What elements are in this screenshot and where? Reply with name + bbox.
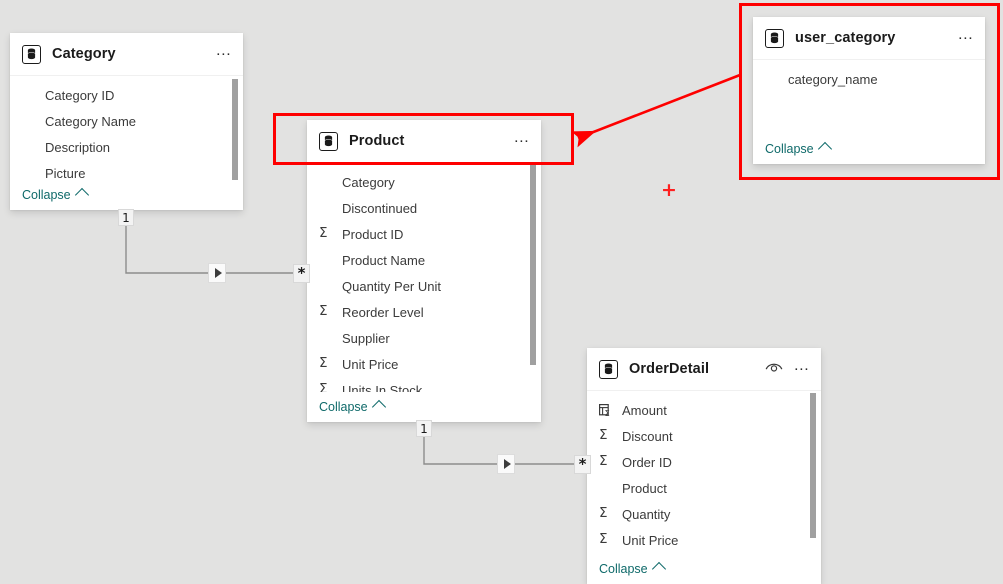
annotation-highlight-user-category [739,3,1000,180]
eye-icon[interactable] [765,360,783,378]
table-menu-icon[interactable]: … [793,358,811,376]
field-label: Order ID [622,454,672,470]
table-header-category[interactable]: Category … [10,33,243,76]
collapse-button-category[interactable]: Collapse [22,187,89,202]
field-row[interactable]: Σ Reorder Level [307,299,541,325]
cardinality-badge-many-orderdetail[interactable]: * [574,455,591,474]
field-label: Units In Stock [342,382,423,393]
field-label: Unit Price [622,532,679,548]
sigma-icon: Σ [319,303,328,320]
field-row[interactable]: Category [307,169,541,195]
field-row[interactable]: Σ Discount [587,423,821,449]
cardinality-badge-one-product[interactable]: 1 [416,420,432,437]
field-row[interactable]: Quantity Per Unit [307,273,541,299]
table-title: Category [52,46,116,62]
plus-cursor-marker: + [661,179,677,201]
field-label: Quantity [622,506,671,522]
table-card-orderdetail[interactable]: OrderDetail … Σ Amount Σ Discount Σ Orde… [587,348,821,584]
field-row[interactable]: Discontinued [307,195,541,221]
field-list-orderdetail[interactable]: Σ Amount Σ Discount Σ Order ID Product Σ… [587,391,821,554]
table-icon [599,359,618,379]
field-row[interactable]: Supplier [307,325,541,351]
field-label: Picture [45,165,86,181]
field-label: Reorder Level [342,304,424,320]
table-footer-category: Collapse [10,180,243,210]
table-icon [22,44,41,64]
field-label: Quantity Per Unit [342,278,441,294]
cross-filter-direction-arrow-product-orderdetail[interactable] [497,454,515,474]
svg-text:Σ: Σ [605,408,610,416]
field-row[interactable]: Product [587,475,821,501]
sigma-icon: Σ [319,355,328,372]
collapse-label: Collapse [22,188,71,202]
field-row[interactable]: Category Name [10,108,243,134]
vertical-scrollbar[interactable] [530,165,536,365]
arrow-right-icon [214,268,222,278]
field-list-product[interactable]: Category Discontinued Σ Product ID Produ… [307,163,541,392]
field-label: Amount [622,402,667,418]
field-label: Discount [622,428,673,444]
field-row[interactable]: Σ Product ID [307,221,541,247]
table-title: OrderDetail [629,361,710,377]
field-label: Discontinued [342,200,418,216]
field-row[interactable]: Product Name [307,247,541,273]
measure-icon: Σ [599,403,616,417]
field-label: Category ID [45,87,115,103]
field-label: Description [45,139,111,155]
field-label: Supplier [342,330,390,346]
annotation-highlight-product-header [273,113,574,165]
sigma-icon: Σ [599,453,608,470]
cardinality-badge-many-product[interactable]: * [293,264,310,283]
field-row[interactable]: Σ Order ID [587,449,821,475]
field-row[interactable]: Σ Unit Price [587,527,821,553]
table-header-actions[interactable]: … [765,358,811,378]
field-list-category[interactable]: Category ID Category Name Description Pi… [10,76,243,180]
table-header-orderdetail[interactable]: OrderDetail … [587,348,821,391]
field-row[interactable]: Category ID [10,82,243,108]
field-label: Category Name [45,113,137,129]
collapse-label: Collapse [599,562,648,576]
collapse-label: Collapse [319,400,368,414]
arrow-right-icon [503,459,511,469]
field-row[interactable]: Σ Unit Price [307,351,541,377]
field-row[interactable]: Σ Units In Stock [307,377,541,393]
collapse-button-product[interactable]: Collapse [319,399,386,414]
field-row[interactable]: Description [10,134,243,160]
field-row[interactable]: Σ Quantity [587,501,821,527]
collapse-button-orderdetail[interactable]: Collapse [599,561,666,576]
table-card-product[interactable]: Product … Category Discontinued Σ Produc… [307,120,541,422]
table-footer-orderdetail: Collapse [587,554,821,584]
annotation-arrow [571,73,741,148]
field-label: Product [622,480,667,496]
chevron-up-icon [74,187,89,202]
sigma-icon: Σ [599,427,608,444]
cardinality-badge-one-category[interactable]: 1 [118,209,134,226]
field-row[interactable]: Σ Amount [587,397,821,423]
vertical-scrollbar[interactable] [810,393,816,538]
table-footer-product: Collapse [307,392,541,422]
field-row[interactable]: Picture [10,160,243,181]
table-card-category[interactable]: Category … Category ID Category Name Des… [10,33,243,210]
model-diagram-canvas[interactable]: Category … Category ID Category Name Des… [0,0,1003,584]
field-label: Unit Price [342,356,399,372]
sigma-icon: Σ [319,381,328,392]
table-menu-icon[interactable]: … [215,43,233,61]
chevron-up-icon [651,561,666,576]
field-label: Product ID [342,226,404,242]
field-label: Product Name [342,252,426,268]
cross-filter-direction-arrow-category-product[interactable] [208,263,226,283]
chevron-up-icon [371,399,386,414]
sigma-icon: Σ [319,225,328,242]
vertical-scrollbar[interactable] [232,79,238,180]
table-header-actions[interactable]: … [215,43,233,61]
sigma-icon: Σ [599,505,608,522]
field-label: Category [342,174,395,190]
sigma-icon: Σ [599,531,608,548]
